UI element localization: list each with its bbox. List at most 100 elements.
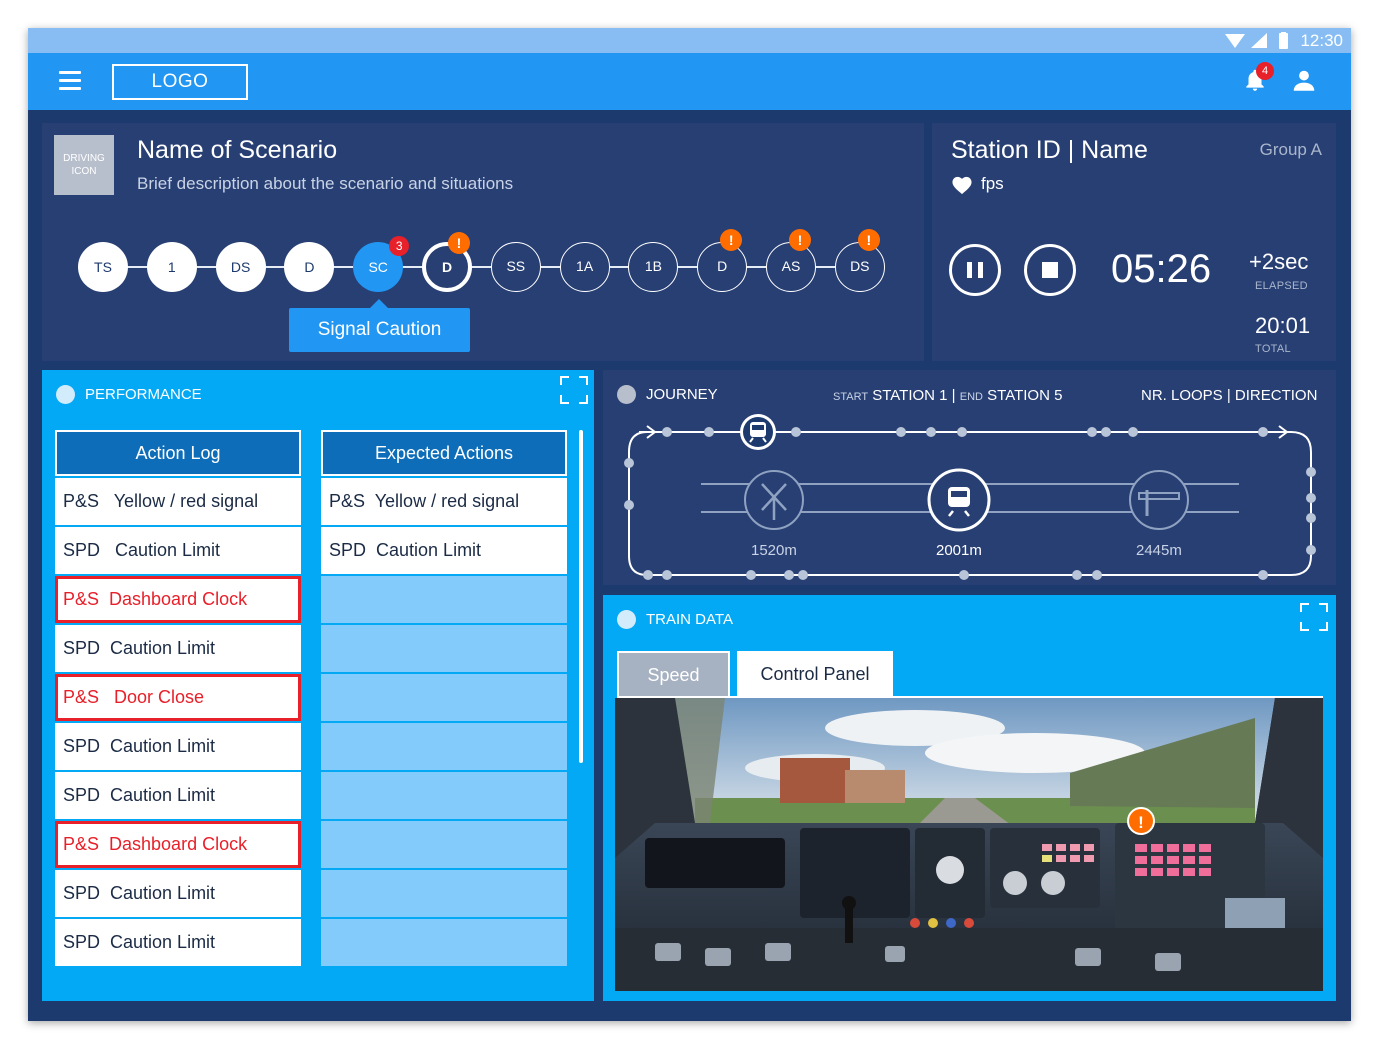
action-log-row[interactable]: SPD Caution Limit	[55, 772, 301, 819]
tab-control-panel[interactable]: Control Panel	[737, 651, 893, 697]
warning-icon: !	[789, 229, 811, 251]
status-dot	[617, 610, 636, 629]
logo[interactable]: LOGO	[112, 64, 248, 100]
station-group: Group A	[1259, 140, 1322, 159]
expected-action-row[interactable]	[321, 674, 567, 721]
scenario-description: Brief description about the scenario and…	[137, 174, 514, 193]
step-label: SS	[506, 258, 526, 274]
action-log-row[interactable]: SPD Caution Limit	[55, 870, 301, 917]
step-label: D	[441, 259, 453, 275]
step-ds[interactable]: DS!	[834, 229, 885, 292]
action-log-row[interactable]: SPD Caution Limit	[55, 625, 301, 672]
action-log-column: Action Log P&S Yellow / red signal SPD Ca…	[55, 430, 301, 966]
station-title: Station ID | Name	[951, 136, 1148, 164]
distance-station: 2001m	[936, 542, 982, 559]
expected-actions-header: Expected Actions	[321, 430, 567, 476]
journey-panel: JOURNEY START STATION 1 | END STATION 5 …	[603, 370, 1336, 585]
action-log-row[interactable]: P&S Door Close	[55, 674, 301, 721]
expand-icon[interactable]	[1300, 603, 1328, 631]
action-log-list: P&S Yellow / red signal SPD Caution Limit…	[55, 478, 301, 966]
step-label: D	[304, 259, 315, 275]
elapsed-clock: 05:26	[1111, 247, 1212, 291]
driving-icon: DRIVING ICON	[54, 135, 114, 195]
action-log-row[interactable]: P&S Dashboard Clock	[55, 576, 301, 623]
step-d[interactable]: D	[284, 242, 335, 292]
menu-icon[interactable]	[59, 71, 81, 91]
train-data-panel: TRAIN DATA Speed Control Panel !	[603, 595, 1336, 1001]
step-label: 1B	[644, 258, 662, 274]
battery-icon	[1279, 33, 1288, 49]
wifi-icon	[1225, 34, 1245, 48]
distance-crossing: 1520m	[751, 542, 797, 559]
expected-action-row[interactable]	[321, 821, 567, 868]
action-log-row[interactable]: P&S Yellow / red signal	[55, 478, 301, 525]
elapsed-label: ELAPSED	[1255, 280, 1308, 292]
user-button[interactable]	[1291, 68, 1319, 96]
step-label: DS	[230, 259, 251, 275]
warning-icon: !	[857, 229, 880, 251]
step-1[interactable]: 1	[146, 242, 197, 292]
step-label: AS	[781, 258, 801, 274]
status-time: 12:30	[1300, 31, 1343, 50]
station-card: Station ID | Name Group A fps 05:26 +2se…	[932, 123, 1336, 361]
expected-action-row[interactable]	[321, 772, 567, 819]
performance-title: PERFORMANCE	[85, 386, 202, 403]
performance-panel: PERFORMANCE Action Log P&S Yellow / red …	[42, 370, 594, 1001]
action-log-row[interactable]: P&S Dashboard Clock	[55, 821, 301, 868]
scenario-card: DRIVING ICON Name of Scenario Brief desc…	[42, 123, 924, 361]
warning-icon: !	[448, 232, 470, 254]
app-bar: LOGO 4	[28, 53, 1351, 110]
step-d[interactable]: D!	[422, 232, 472, 292]
step-d[interactable]: D!	[697, 229, 748, 292]
step-label: 1A	[576, 258, 594, 274]
fps-label: fps	[981, 174, 1004, 193]
action-log-row[interactable]: SPD Caution Limit	[55, 527, 301, 574]
step-as[interactable]: AS!	[766, 229, 816, 292]
heart-icon	[952, 176, 972, 194]
pause-button[interactable]	[949, 244, 1001, 296]
train-data-title: TRAIN DATA	[646, 611, 733, 628]
tablet-screen: 12:30 LOGO 4 DRIVING ICON Name of Scenar…	[28, 28, 1351, 1021]
time-delta: +2sec	[1249, 249, 1309, 274]
expected-action-row[interactable]	[321, 625, 567, 672]
distance-barrier: 2445m	[1136, 542, 1182, 559]
step-1b[interactable]: 1B	[628, 242, 679, 292]
expected-action-row[interactable]	[321, 919, 567, 966]
expected-action-row[interactable]	[321, 576, 567, 623]
action-log-row[interactable]: SPD Caution Limit	[55, 723, 301, 770]
step-ds[interactable]: DS	[215, 242, 266, 292]
status-bar: 12:30	[28, 28, 1351, 53]
scrollbar[interactable]	[579, 430, 583, 763]
step-1a[interactable]: 1A	[559, 242, 610, 292]
total-time: 20:01	[1255, 313, 1311, 338]
expected-actions-column: Expected Actions P&S Yellow / red signal…	[321, 430, 567, 966]
total-label: TOTAL	[1255, 343, 1291, 355]
step-ss[interactable]: SS	[490, 242, 541, 292]
expected-action-row[interactable]	[321, 870, 567, 917]
expected-action-row[interactable]: SPD Caution Limit	[321, 527, 567, 574]
step-label: SC	[368, 259, 388, 275]
notification-badge: 4	[1256, 62, 1274, 80]
step-count-badge: 3	[389, 236, 410, 256]
action-log-header: Action Log	[55, 430, 301, 476]
action-log-row[interactable]: SPD Caution Limit	[55, 919, 301, 966]
step-sc[interactable]: SC 3	[353, 236, 410, 292]
expected-actions-list: P&S Yellow / red signal SPD Caution Limit	[321, 478, 567, 966]
step-label: D	[717, 258, 728, 274]
stop-button[interactable]	[1024, 244, 1076, 296]
expected-action-row[interactable]	[321, 723, 567, 770]
cab-view-image	[615, 698, 1323, 991]
step-ts[interactable]: TS	[78, 242, 128, 292]
step-label: 1	[167, 259, 176, 275]
tab-speed[interactable]: Speed	[617, 651, 730, 697]
expand-icon[interactable]	[560, 376, 588, 404]
status-icons	[1225, 32, 1288, 49]
user-icon	[1293, 70, 1315, 91]
step-tooltip: Signal Caution	[289, 299, 470, 352]
warning-icon[interactable]: !	[1127, 807, 1155, 835]
status-dot	[56, 385, 75, 404]
warning-icon: !	[720, 229, 743, 251]
expected-action-row[interactable]: P&S Yellow / red signal	[321, 478, 567, 525]
notifications-button[interactable]: 4	[1242, 62, 1274, 97]
step-label: DS	[850, 258, 870, 274]
